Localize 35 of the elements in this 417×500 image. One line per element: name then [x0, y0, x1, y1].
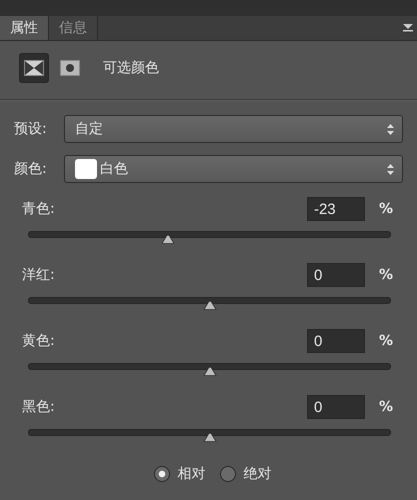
slider-thumb[interactable] [202, 367, 216, 376]
slider-thumb[interactable] [160, 235, 175, 244]
color-label: 颜色: [14, 160, 48, 178]
preset-label: 预设: [14, 120, 48, 138]
panel-tab[interactable]: 属性 [0, 16, 49, 40]
slider-thumb[interactable] [202, 301, 216, 310]
color-swatch [75, 159, 97, 179]
slider-label: 洋红: [22, 266, 55, 284]
color-dropdown[interactable]: 白色 [64, 155, 403, 183]
percent-sign: % [378, 267, 393, 283]
circle-mask-icon [60, 60, 80, 76]
panel-title: 可选颜色 [103, 59, 159, 77]
percent-sign: % [378, 333, 393, 349]
stepper-arrows-icon [387, 124, 394, 134]
slider-label: 黄色: [22, 332, 55, 350]
value-field[interactable]: 0 [306, 263, 365, 287]
radio-option[interactable]: 绝对 [220, 465, 272, 483]
radio-button[interactable] [154, 466, 170, 482]
radio-label: 绝对 [244, 465, 272, 483]
radio-option[interactable]: 相对 [154, 465, 206, 483]
stepper-arrows-icon [387, 164, 394, 174]
menu-icon[interactable] [403, 24, 413, 32]
adjustment-mode-button[interactable] [19, 53, 49, 83]
radio-button[interactable] [220, 466, 236, 482]
slider-thumb[interactable] [202, 433, 216, 442]
slider-label: 青色: [22, 200, 55, 218]
bowtie-icon [24, 60, 44, 76]
value-field[interactable]: 0 [306, 395, 365, 419]
preset-dropdown[interactable]: 自定 [64, 115, 403, 143]
value-field[interactable]: 0 [306, 329, 365, 353]
value-field[interactable]: -23 [306, 197, 365, 221]
percent-sign: % [378, 399, 393, 415]
slider-label: 黑色: [22, 398, 55, 416]
radio-label: 相对 [178, 465, 206, 483]
percent-sign: % [378, 201, 393, 217]
